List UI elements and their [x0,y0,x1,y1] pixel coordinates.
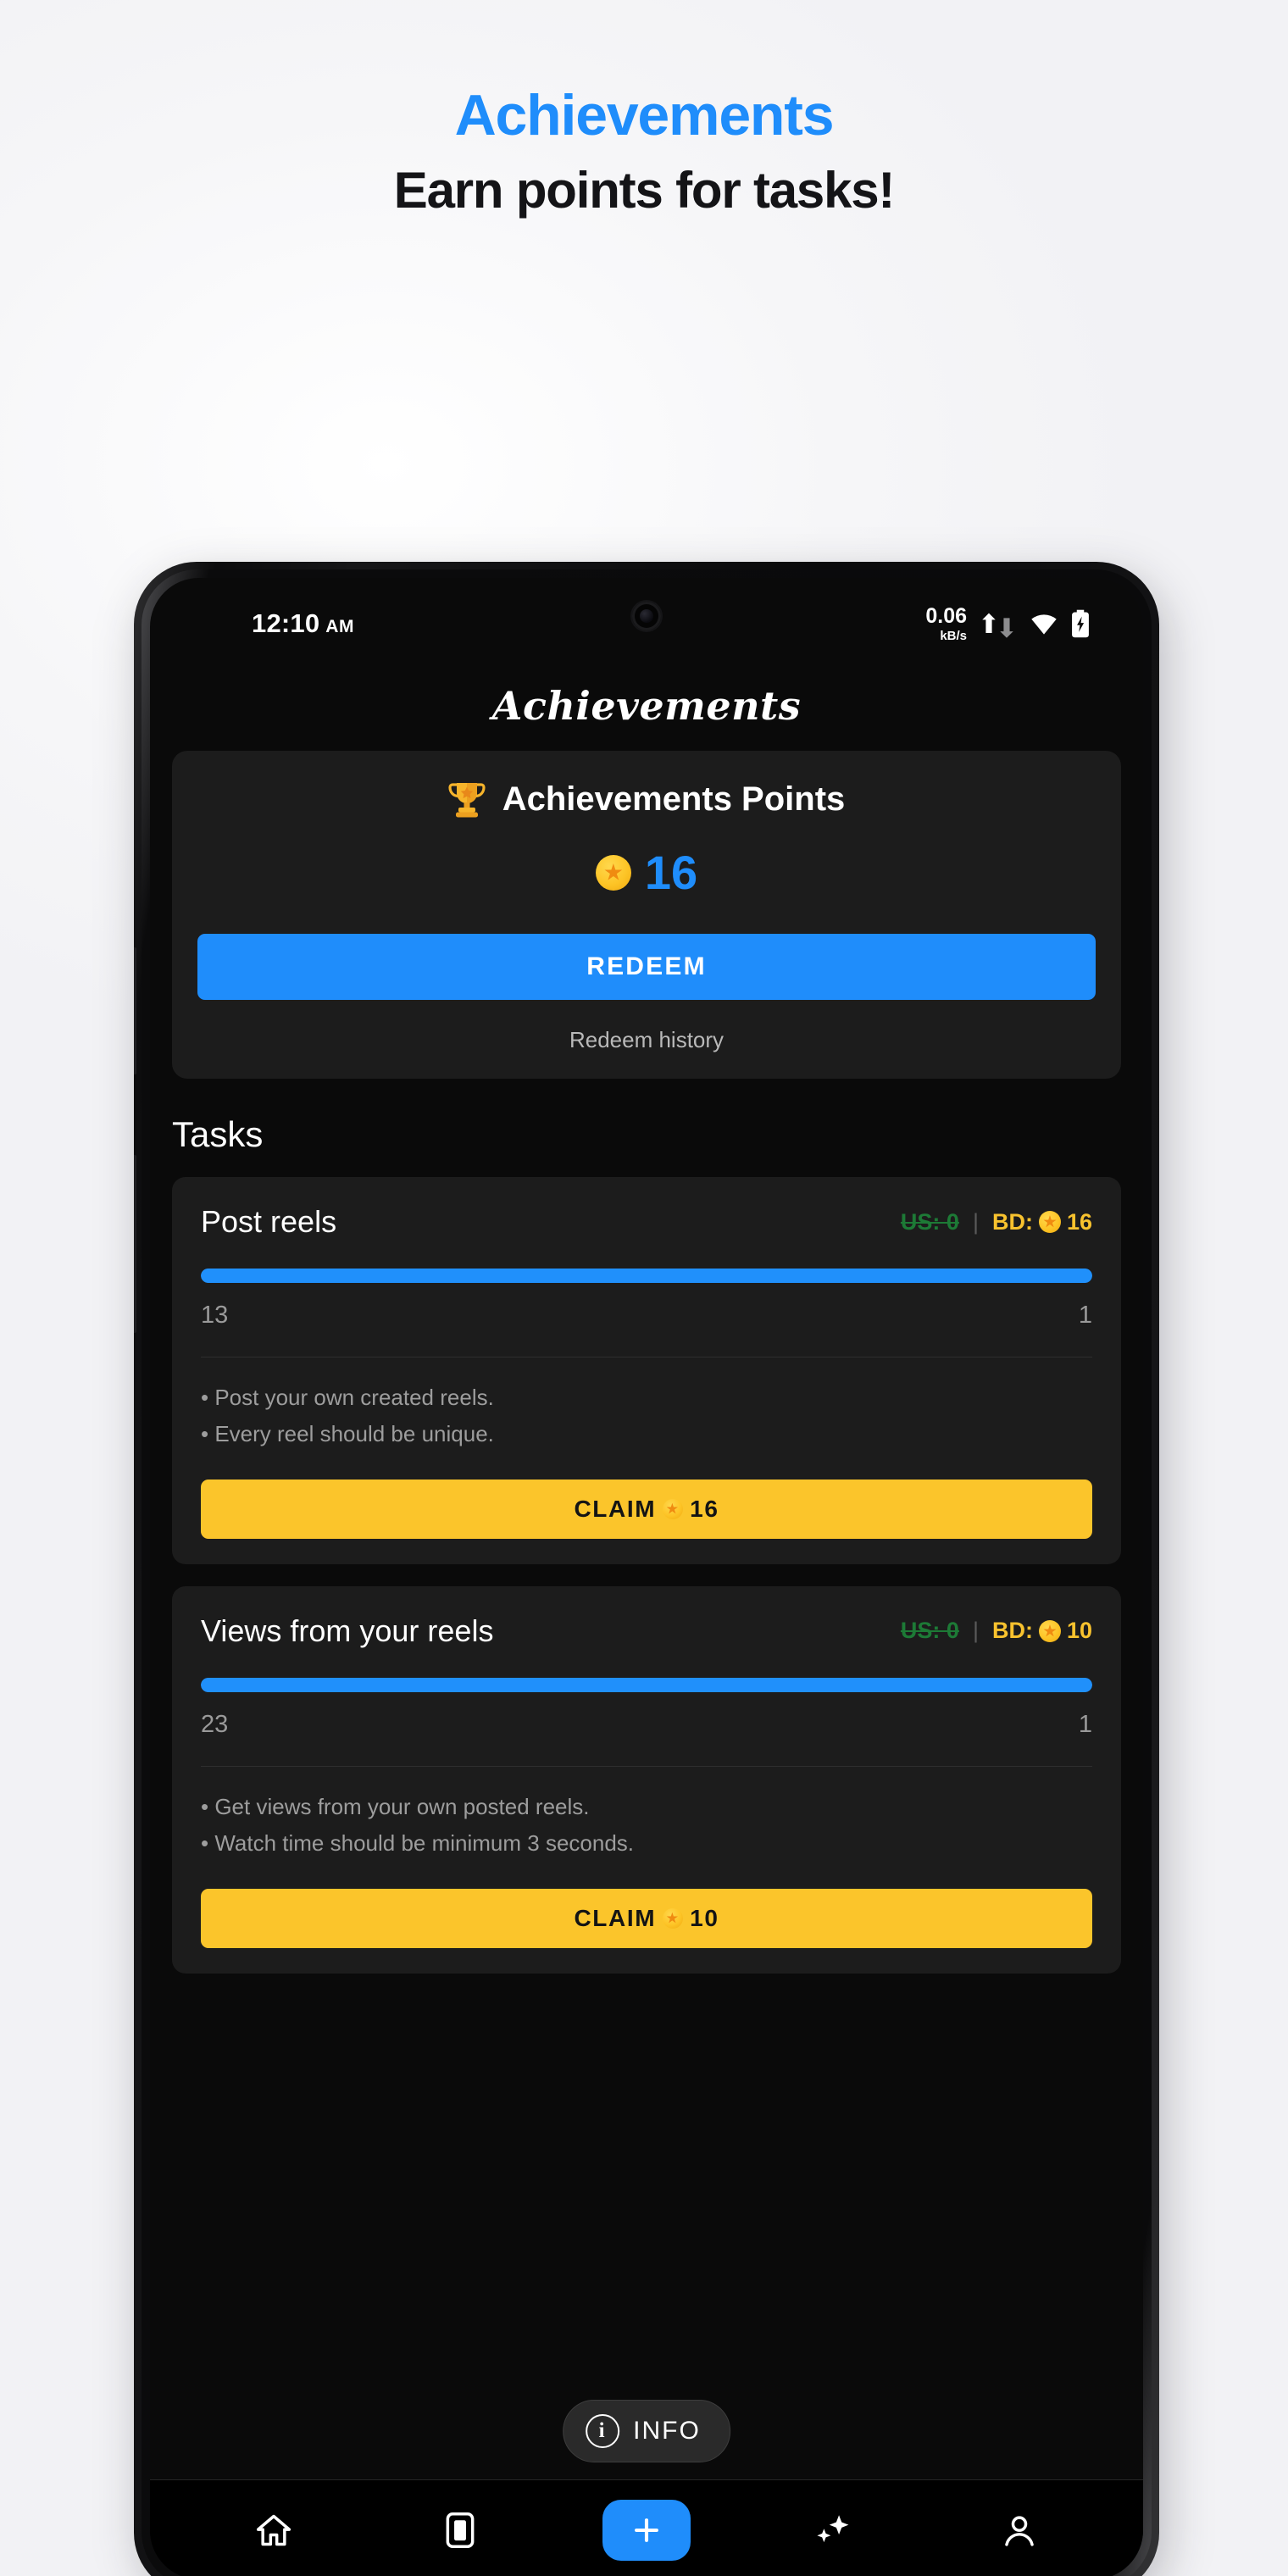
task-header: Post reels US: 0 | BD: ★ 16 [201,1204,1092,1240]
reels-icon [446,2512,475,2548]
battery-charging-icon [1072,609,1089,638]
nav-item-home[interactable] [223,2496,325,2564]
app-scroll-area[interactable]: Achievements Points ★ 16 REDEEM Redeem h… [150,751,1143,1974]
phone-mockup: 12:10 AM 0.06 kB/s ⬆ ⬇ Achievements Achi… [134,562,1176,2576]
points-value: 16 [644,846,698,899]
network-speed-unit: kB/s [940,628,968,643]
status-bar: 12:10 AM 0.06 kB/s ⬆ ⬇ [150,578,1143,669]
sparkle-icon [817,2514,849,2542]
redeem-history-link[interactable]: Redeem history [172,1027,1121,1053]
claim-value: 16 [690,1495,719,1522]
task-progress-values: 23 1 [201,1711,1092,1739]
person-icon [1005,2515,1034,2546]
task-header: Views from your reels US: 0 | BD: ★ 10 [201,1613,1092,1649]
clock-time: 12:10 [252,608,320,638]
task-reward-badges: US: 0 | BD: ★ 10 [901,1618,1092,1644]
plus-icon [635,2518,658,2542]
nav-item-profile[interactable] [969,2496,1070,2564]
points-value-row: ★ 16 [172,849,1121,897]
badge-bd: BD: ★ 16 [992,1209,1092,1235]
phone-side-button-power[interactable] [134,1155,136,1333]
progress-target: 1 [1078,1710,1092,1738]
badge-bd-prefix: BD: [991,1208,1033,1235]
badge-separator: | [972,1208,979,1235]
task-progress-values: 13 1 [201,1302,1092,1330]
task-card[interactable]: Post reels US: 0 | BD: ★ 16 13 1 • Post … [172,1177,1121,1564]
info-label: INFO [633,2417,701,2445]
promo-title: Achievements [454,83,835,147]
task-title: Views from your reels [201,1613,494,1648]
phone-body: 12:10 AM 0.06 kB/s ⬆ ⬇ Achievements Achi… [134,562,1159,2576]
task-description: • Post your own created reels. • Every r… [201,1380,1092,1452]
claim-button[interactable]: CLAIM ★ 16 [201,1479,1092,1539]
points-card-heading: Achievements Points [172,780,1121,819]
network-speed-value: 0.06 [925,603,968,628]
clock-ampm: AM [325,617,354,636]
coin-star-icon: ★ [663,1907,684,1929]
task-description: • Get views from your own posted reels. … [201,1789,1092,1862]
badge-bd-value: 16 [1066,1208,1092,1235]
promo-header: Achievements Earn points for tasks! [0,83,1288,219]
task-bullet: • Watch time should be minimum 3 seconds… [201,1829,635,1856]
tasks-heading: Tasks [172,1114,264,1154]
task-progress-bar [201,1677,1092,1692]
task-progress-fill [201,1269,1092,1283]
task-bullet: • Get views from your own posted reels. [201,1793,590,1819]
badge-us: US: 0 [900,1208,959,1235]
arrow-down-icon: ⬇ [996,613,1018,643]
task-bullet: • Every reel should be unique. [201,1420,494,1446]
status-icons: 0.06 kB/s ⬆ ⬇ [925,603,1091,643]
badge-bd-value: 10 [1066,1618,1092,1644]
create-button[interactable] [602,2499,691,2561]
nav-item-create[interactable] [596,2496,697,2564]
trophy-icon [448,783,486,818]
badge-bd: BD: ★ 10 [992,1618,1092,1644]
redeem-button[interactable]: REDEEM [197,934,1096,1000]
coin-star-icon: ★ [663,1498,684,1519]
page-title: Achievements [491,683,802,729]
progress-target: 1 [1078,1302,1092,1329]
info-button[interactable]: i INFO [563,2400,730,2462]
promo-subtitle: Earn points for tasks! [393,162,896,219]
task-progress-bar [201,1269,1092,1283]
transfer-arrows: ⬆ ⬇ [978,607,1018,641]
network-speed: 0.06 kB/s [925,603,968,643]
phone-screen: 12:10 AM 0.06 kB/s ⬆ ⬇ Achievements Achi… [150,578,1143,2576]
badge-us: US: 0 [900,1618,959,1644]
coin-star-icon: ★ [1038,1211,1061,1233]
task-progress-fill [201,1677,1092,1692]
status-clock: 12:10 AM [252,608,354,639]
progress-current: 23 [201,1710,229,1738]
claim-value: 10 [690,1904,719,1931]
task-title: Post reels [201,1204,337,1239]
home-icon [256,2514,291,2545]
divider [201,1765,1092,1767]
task-card[interactable]: Views from your reels US: 0 | BD: ★ 10 2… [172,1585,1121,1974]
wifi-icon [1031,614,1057,635]
task-reward-badges: US: 0 | BD: ★ 16 [901,1209,1092,1235]
bottom-navigation [150,2479,1143,2576]
achievements-points-card: Achievements Points ★ 16 REDEEM Redeem h… [172,751,1121,1079]
claim-label: CLAIM [574,1495,657,1522]
phone-side-button-volume[interactable] [134,947,136,1074]
claim-button[interactable]: CLAIM ★ 10 [201,1888,1092,1948]
points-card-title: Achievements Points [502,780,846,818]
claim-label: CLAIM [574,1904,657,1931]
task-bullet: • Post your own created reels. [201,1385,494,1410]
nav-item-reels[interactable] [409,2496,511,2564]
info-circle-icon: i [586,2414,620,2448]
front-camera-punch-hole [632,602,661,630]
nav-item-ai[interactable] [782,2496,884,2564]
coin-star-icon: ★ [1038,1619,1061,1642]
badge-bd-prefix: BD: [991,1618,1033,1644]
coin-star-icon: ★ [595,855,631,891]
progress-current: 13 [201,1302,229,1329]
badge-separator: | [972,1618,979,1644]
